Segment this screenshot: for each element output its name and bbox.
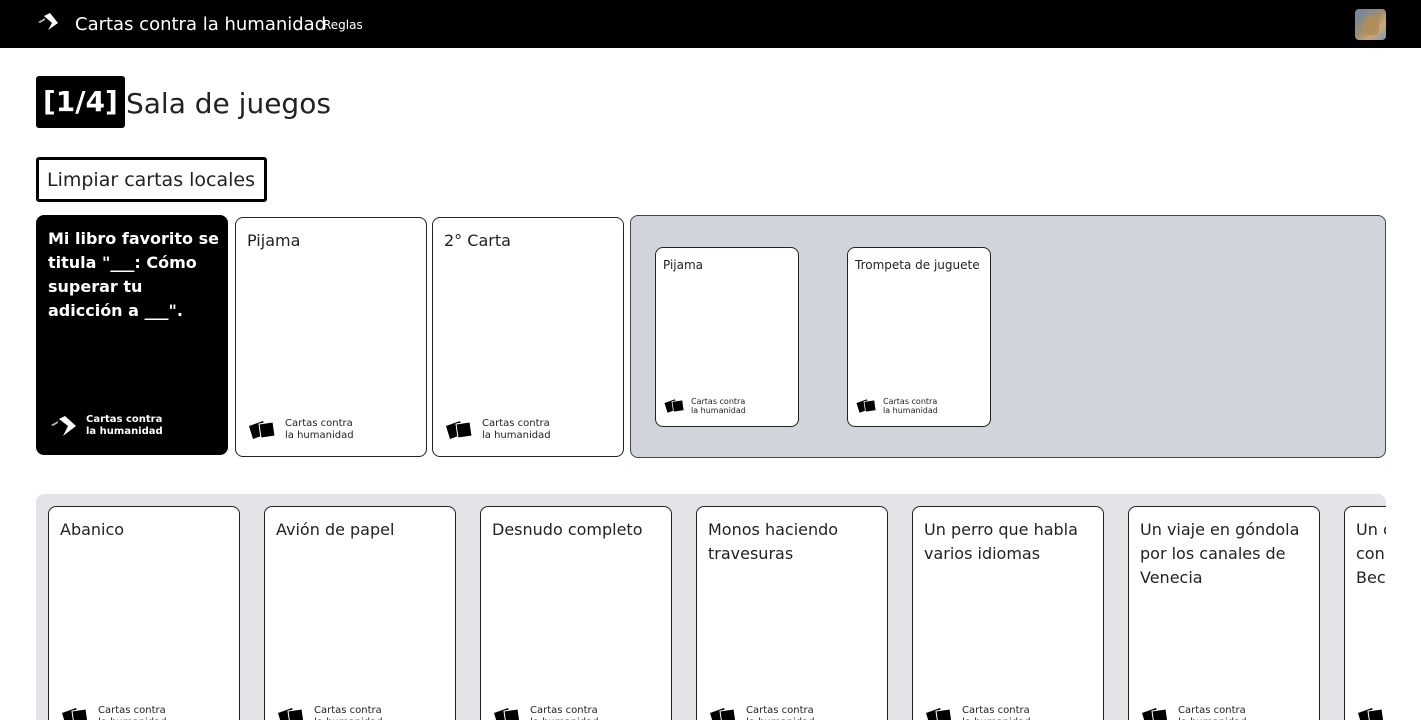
hand-white-card[interactable]: Desnudo completo Cartas contrala humanid… <box>480 506 672 720</box>
user-avatar[interactable] <box>1355 9 1386 40</box>
card-footer: Cartas contrala humanidad <box>708 705 815 720</box>
clear-local-cards-button[interactable]: Limpiar cartas locales <box>36 157 267 202</box>
card-brand-text: Cartas contrala humanidad <box>962 705 1031 720</box>
card-footer: Cartas contrala humanidad <box>276 705 383 720</box>
card-footer: Cartas contra la humanidad <box>48 414 163 438</box>
rules-link[interactable]: Reglas <box>323 17 363 33</box>
card-text: Un perro que habla varios idiomas <box>924 520 1078 563</box>
card-brand-text: Cartas contra la humanidad <box>482 418 551 441</box>
cah-cards-icon <box>1358 708 1385 720</box>
card-footer: Cartas contrala humanidad <box>492 705 599 720</box>
card-text: Desnudo completo <box>492 520 643 539</box>
card-text: Abanico <box>60 520 125 539</box>
page-title: Sala de juegos <box>126 87 331 120</box>
cah-cards-icon <box>664 399 685 413</box>
hand-white-card[interactable]: Avión de papel Cartas contrala humanidad <box>264 506 456 720</box>
card-brand-text: Cartas contrala humanidad <box>746 705 815 720</box>
played-white-card[interactable]: Pijama Cartas contra la humanidad <box>655 247 799 427</box>
card-brand-text: Cartas contrala humanidad <box>314 705 383 720</box>
selected-white-card[interactable]: Pijama Cartas contra la humanidad <box>235 217 427 457</box>
hand-white-card[interactable]: Un c con Becl Cartas contrala humanidad <box>1344 506 1386 720</box>
card-footer: Cartas contra la humanidad <box>663 397 746 415</box>
card-text: Trompeta de juguete <box>855 258 980 272</box>
cah-cards-icon <box>249 421 276 439</box>
card-footer: Cartas contrala humanidad <box>1356 705 1386 720</box>
card-footer: Cartas contrala humanidad <box>60 705 167 720</box>
card-brand-text: Cartas contra la humanidad <box>285 418 354 441</box>
cah-cards-icon <box>710 708 737 720</box>
cah-cards-icon <box>446 421 473 439</box>
hand-cards-area: Abanico Cartas contrala humanidad Avión … <box>36 494 1386 720</box>
round-counter: [1/4] <box>36 76 125 128</box>
card-brand-text: Cartas contra la humanidad <box>86 414 163 437</box>
card-text: Pijama <box>247 231 301 250</box>
selected-white-card[interactable]: 2° Carta Cartas contra la humanidad <box>432 217 624 457</box>
card-text: 2° Carta <box>444 231 511 250</box>
cah-cards-icon <box>856 399 877 413</box>
top-navbar: Cartas contra la humanidad Reglas <box>0 0 1421 48</box>
card-brand-text: Cartas contrala humanidad <box>1178 705 1247 720</box>
hand-white-card[interactable]: Monos haciendo travesuras Cartas contral… <box>696 506 888 720</box>
card-brand-text: Cartas contra la humanidad <box>691 397 746 415</box>
card-brand-text: Cartas contrala humanidad <box>530 705 599 720</box>
card-footer: Cartas contrala humanidad <box>924 705 1031 720</box>
cah-cards-icon <box>278 708 305 720</box>
played-white-card[interactable]: Trompeta de juguete Cartas contra la hum… <box>847 247 991 427</box>
hand-white-card[interactable]: Abanico Cartas contrala humanidad <box>48 506 240 720</box>
app-title[interactable]: Cartas contra la humanidad <box>75 14 326 36</box>
played-cards-area: Pijama Cartas contra la humanidad Trompe… <box>630 215 1386 458</box>
card-text: Monos haciendo travesuras <box>708 520 839 563</box>
hand-white-card[interactable]: Un viaje en góndola por los canales de V… <box>1128 506 1320 720</box>
card-footer: Cartas contra la humanidad <box>855 397 938 415</box>
card-text: Un c con Becl <box>1356 520 1386 587</box>
card-text: Un viaje en góndola por los canales de V… <box>1140 520 1300 587</box>
card-text: Avión de papel <box>276 520 395 539</box>
cah-cards-icon <box>926 708 953 720</box>
card-brand-text: Cartas contrala humanidad <box>98 705 167 720</box>
cah-cards-icon <box>62 708 89 720</box>
card-footer: Cartas contra la humanidad <box>247 418 354 442</box>
card-footer: Cartas contrala humanidad <box>1140 705 1247 720</box>
card-brand-text: Cartas contra la humanidad <box>883 397 938 415</box>
card-footer: Cartas contra la humanidad <box>444 418 551 442</box>
black-card-text: Mi libro favorito se titula "___: Cómo s… <box>48 229 219 320</box>
cah-logo-icon <box>51 416 76 436</box>
hand-white-card[interactable]: Un perro que habla varios idiomas Cartas… <box>912 506 1104 720</box>
cah-cards-icon <box>1142 708 1169 720</box>
cah-cards-icon <box>494 708 521 720</box>
cah-logo-icon[interactable] <box>36 12 60 34</box>
black-question-card: Mi libro favorito se titula "___: Cómo s… <box>36 215 228 455</box>
card-text: Pijama <box>663 258 704 272</box>
